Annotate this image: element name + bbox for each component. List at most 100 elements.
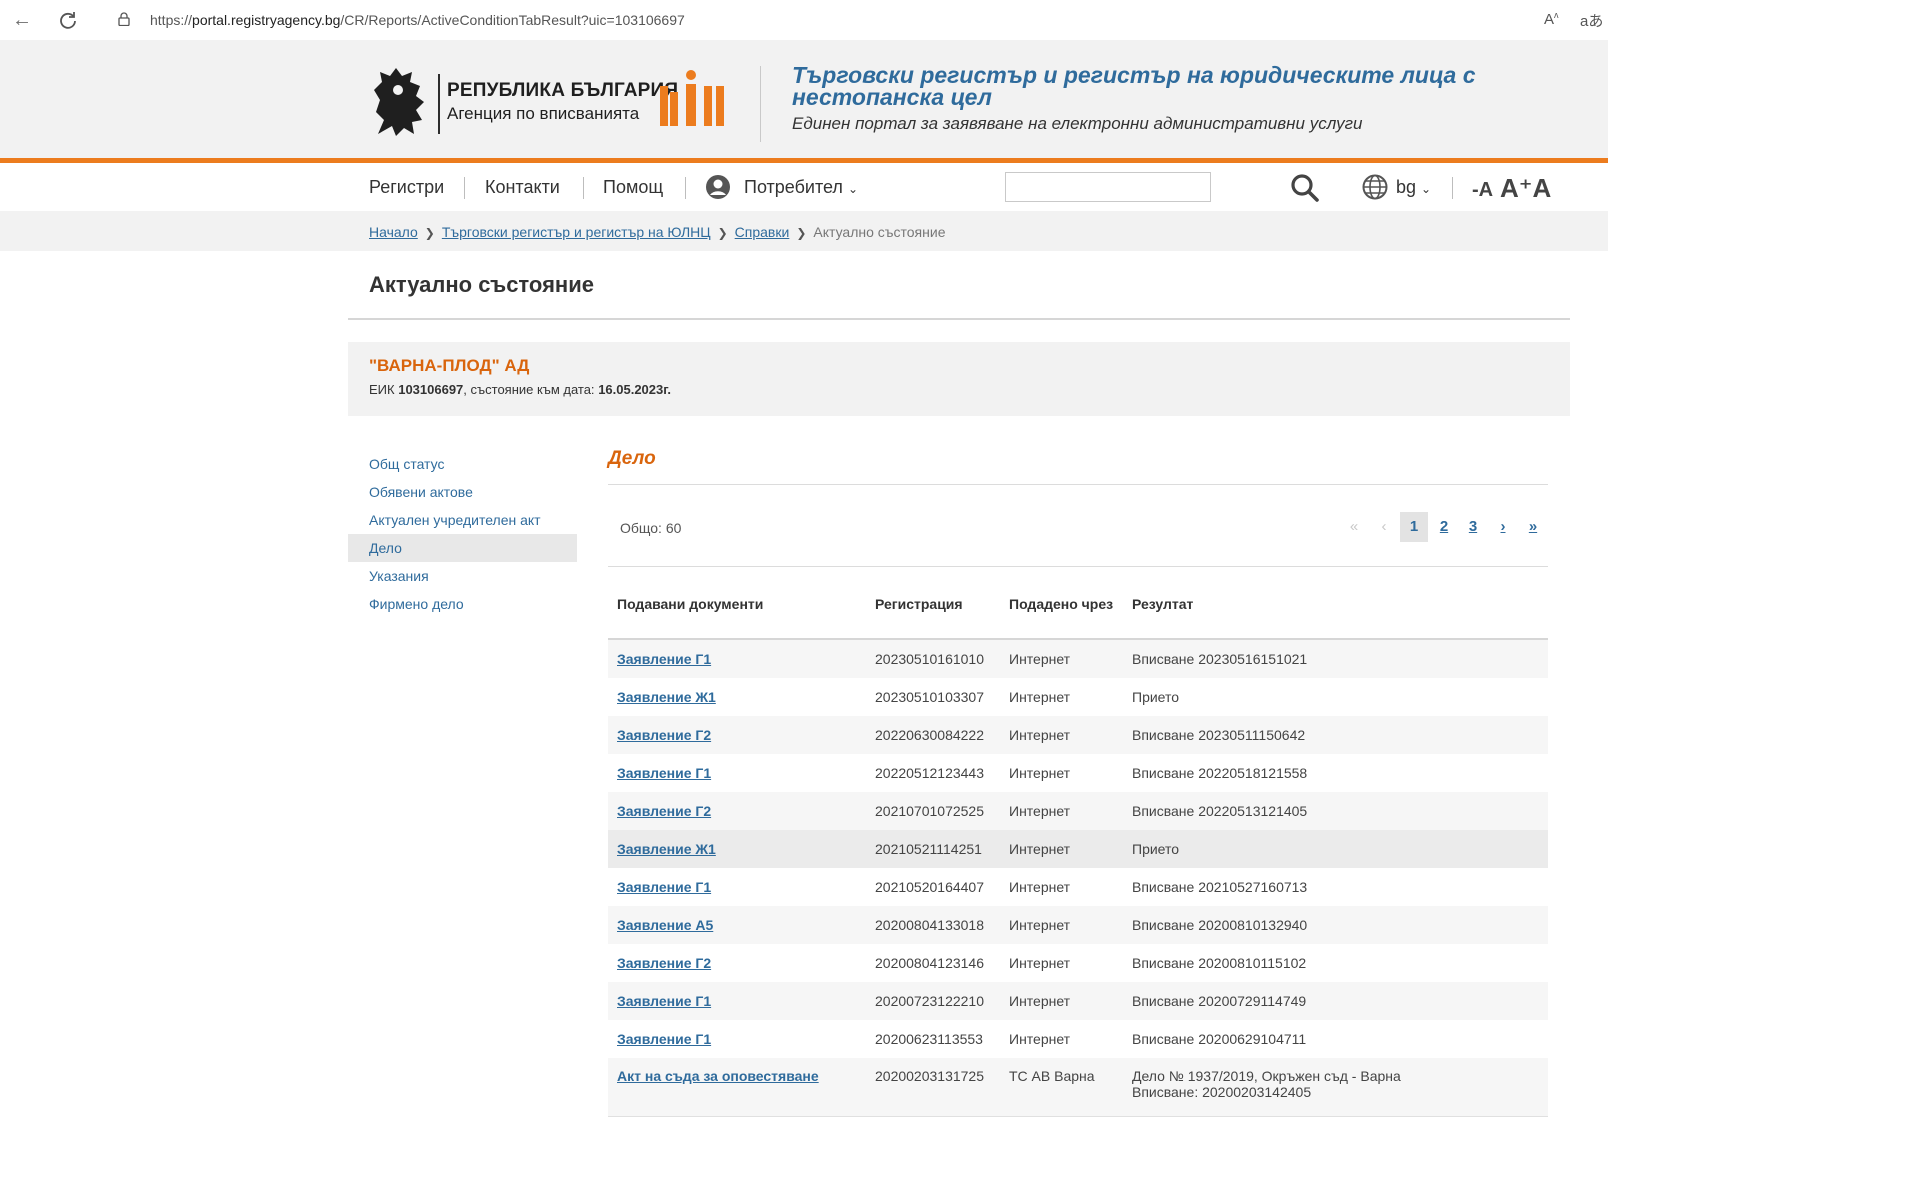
table-row: Заявление Г1 20200723122210 Интернет Впи… <box>608 982 1548 1020</box>
result-cell: Вписване 20200810115102 <box>1132 955 1307 971</box>
nav-divider <box>685 177 686 199</box>
registration-cell: 20210521114251 <box>866 830 1000 868</box>
pager-page-1[interactable]: 1 <box>1400 512 1428 542</box>
nav-contacts[interactable]: Контакти <box>485 177 560 198</box>
doc-cell: Заявление Г1 <box>608 982 866 1020</box>
doc-link[interactable]: Заявление Г1 <box>617 651 711 667</box>
breadcrumb-current: Актуално състояние <box>813 224 946 240</box>
back-arrow-icon[interactable]: ← <box>10 8 34 32</box>
registration-cell: 20230510103307 <box>875 689 985 705</box>
doc-link[interactable]: Акт на съда за оповестяване <box>617 1068 819 1084</box>
nav-help[interactable]: Помощ <box>603 177 663 198</box>
nav-user-label: Потребител <box>744 177 843 197</box>
coat-of-arms-lion-icon[interactable] <box>368 64 430 140</box>
doc-link[interactable]: Заявление Г2 <box>617 955 711 971</box>
lock-icon[interactable] <box>118 12 130 26</box>
side-menu-announced-acts[interactable]: Обявени актове <box>348 478 577 506</box>
font-smaller-button[interactable]: -A <box>1472 179 1493 202</box>
registration-cell: 20200804133018 <box>866 906 1000 944</box>
translate-icon[interactable]: aあ <box>1580 10 1603 31</box>
pager-next[interactable]: › <box>1489 512 1517 542</box>
language-select[interactable]: bg ⌄ <box>1396 177 1431 198</box>
doc-cell: Заявление Г1 <box>608 868 866 906</box>
doc-link[interactable]: Заявление Ж1 <box>617 689 716 705</box>
result-cell: Дело № 1937/2019, Окръжен съд - Варна Вп… <box>1123 1058 1548 1117</box>
table-row: Акт на съда за оповестяване 202002031317… <box>608 1058 1548 1117</box>
breadcrumb-home[interactable]: Начало <box>369 224 418 240</box>
user-avatar-icon[interactable] <box>705 174 731 200</box>
search-icon[interactable] <box>1290 173 1320 203</box>
result-cell: Вписване 20200729114749 <box>1123 982 1548 1020</box>
breadcrumb: Начало ❯ Търговски регистър и регистър на … <box>369 224 945 240</box>
pager-page-2[interactable]: 2 <box>1430 512 1458 542</box>
table-row: Заявление А5 20200804133018 Интернет Впи… <box>608 906 1548 944</box>
search-input[interactable] <box>1005 172 1211 202</box>
chevron-down-icon: ⌄ <box>1421 182 1432 196</box>
doc-cell: Заявление Г1 <box>608 639 866 678</box>
header-divider <box>760 66 761 142</box>
column-header-documents: Подавани документи <box>608 586 866 640</box>
table-row: Заявление Г2 20210701072525 Интернет Впи… <box>608 792 1548 830</box>
submitted-via-cell: Интернет <box>1000 716 1123 754</box>
table-row: Заявление Г2 20220630084222 Интернет Впи… <box>608 716 1548 754</box>
breadcrumb-reports[interactable]: Справки <box>735 224 790 240</box>
submitted-via-cell: Интернет <box>1009 955 1071 971</box>
nav-divider <box>583 177 584 199</box>
registration-cell: 20210520164407 <box>875 879 985 895</box>
breadcrumb-registry[interactable]: Търговски регистър и регистър на ЮЛНЦ <box>442 224 711 240</box>
doc-link[interactable]: Заявление Г1 <box>617 993 711 1009</box>
registration-cell: 20220512123443 <box>875 765 985 781</box>
result-line: Вписване: 20200203142405 <box>1132 1084 1312 1100</box>
registration-cell: 20210701072525 <box>866 792 1000 830</box>
font-larger-button[interactable]: A⁺A <box>1500 173 1551 204</box>
registration-cell: 20200203131725 <box>866 1058 1000 1117</box>
language-label: bg <box>1396 177 1417 197</box>
doc-cell: Заявление Г2 <box>608 792 866 830</box>
nav-registries[interactable]: Регистри <box>369 177 444 198</box>
table-row: Заявление Г1 20210520164407 Интернет Впи… <box>608 868 1548 906</box>
pager-prev[interactable]: ‹ <box>1370 512 1398 542</box>
doc-link[interactable]: Заявление А5 <box>617 917 713 933</box>
browser-toolbar: ← https://portal.registryagency.bg/CR/Re… <box>0 0 1608 41</box>
url-text[interactable]: https://portal.registryagency.bg/CR/Repo… <box>150 12 685 28</box>
eik-label: ЕИК <box>369 382 395 397</box>
pager-page-3[interactable]: 3 <box>1459 512 1487 542</box>
registry-title: Търговски регистър и регистър на юридиче… <box>792 62 1476 110</box>
side-menu-general-status[interactable]: Общ статус <box>348 450 577 478</box>
result-cell: Вписване 20220518121558 <box>1132 765 1308 781</box>
doc-link[interactable]: Заявление Г1 <box>617 1031 711 1047</box>
doc-link[interactable]: Заявление Г1 <box>617 879 711 895</box>
chevron-right-icon: ❯ <box>796 226 807 240</box>
doc-link[interactable]: Заявление Ж1 <box>617 841 716 857</box>
doc-link[interactable]: Заявление Г2 <box>617 803 711 819</box>
column-header-submitted-via: Подадено чрез <box>1000 586 1123 640</box>
side-menu-instructions[interactable]: Указания <box>348 562 577 590</box>
doc-cell: Акт на съда за оповестяване <box>608 1058 866 1117</box>
table-row: Заявление Г2 20200804123146 Интернет Впи… <box>608 944 1548 982</box>
side-menu-company-file[interactable]: Фирмено дело <box>348 590 577 618</box>
submitted-via-cell: Интернет <box>1009 879 1071 895</box>
doc-cell: Заявление Г2 <box>608 944 866 982</box>
side-menu-case[interactable]: Дело <box>348 534 577 562</box>
submitted-via-cell: Интернет <box>1009 1031 1071 1047</box>
doc-link[interactable]: Заявление Г1 <box>617 765 711 781</box>
title-divider <box>348 318 1570 320</box>
address-bar[interactable]: https://portal.registryagency.bg/CR/Repo… <box>108 6 1578 34</box>
doc-link[interactable]: Заявление Г2 <box>617 727 711 743</box>
globe-icon[interactable] <box>1362 174 1388 200</box>
doc-cell: Заявление Г1 <box>608 754 866 792</box>
nav-user-menu[interactable]: Потребител ⌄ <box>744 177 858 198</box>
side-menu-founding-act[interactable]: Актуален учредителен акт <box>348 506 577 534</box>
pager-first[interactable]: « <box>1340 512 1368 542</box>
reload-icon[interactable] <box>56 8 80 32</box>
pager-last[interactable]: » <box>1519 512 1547 542</box>
read-aloud-icon[interactable]: Aʌ <box>1544 10 1559 28</box>
registration-cell: 20200804123146 <box>875 955 985 971</box>
company-name: "ВАРНА-ПЛОД" АД <box>369 356 530 375</box>
result-cell: Вписване 20220513121405 <box>1123 792 1548 830</box>
registry-subtitle: Единен портал за заявяване на електронни… <box>792 114 1363 133</box>
chevron-down-icon: ⌄ <box>847 182 859 196</box>
state-label: , състояние към дата: <box>463 382 595 397</box>
result-cell: Вписване 20230516151021 <box>1123 639 1548 678</box>
submitted-via-cell: Интернет <box>1000 792 1123 830</box>
